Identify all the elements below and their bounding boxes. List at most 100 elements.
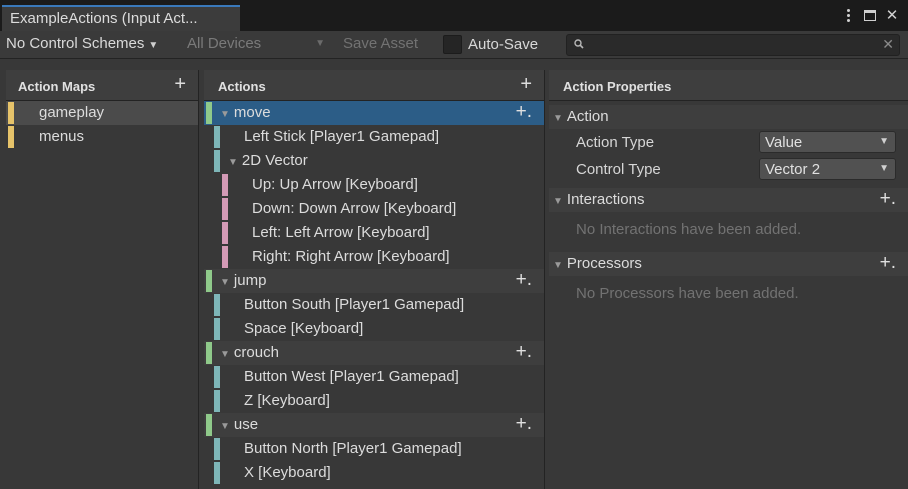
action-type-label: Action Type <box>576 134 655 151</box>
action-row[interactable]: ▼ use +. <box>204 413 544 437</box>
foldout-icon[interactable]: ▼ <box>220 109 230 120</box>
row-label: Button North [Player1 Gamepad] <box>244 440 462 457</box>
action-row[interactable]: ▼ crouch +. <box>204 341 544 365</box>
action-map-label: menus <box>39 128 85 145</box>
actions-panel: Actions + ▼ move +. Left Stick [Player1 Gam… <box>204 70 545 489</box>
dropdown-arrow-icon: ▼ <box>148 40 159 51</box>
add-binding-button[interactable]: +. <box>516 101 532 123</box>
processors-empty-message: No Processors have been added. <box>576 285 799 302</box>
dropdown-arrow-icon: ▼ <box>315 38 325 49</box>
control-type-value: Vector 2 <box>765 161 821 178</box>
foldout-icon[interactable]: ▼ <box>228 157 238 168</box>
devices-dropdown[interactable]: All Devices ▼ <box>187 35 327 52</box>
dropdown-arrow-icon: ▼ <box>879 136 889 147</box>
action-row[interactable]: ▼ move +. <box>204 101 544 125</box>
row-label-group: Button South [Player1 Gamepad] <box>244 296 464 313</box>
binding-row[interactable]: Space [Keyboard] <box>204 317 544 341</box>
row-color-stripe <box>222 222 228 244</box>
clear-search-icon[interactable]: ✕ <box>882 36 894 53</box>
binding-row[interactable]: Button South [Player1 Gamepad] <box>204 293 544 317</box>
composite-part-row[interactable]: Right: Right Arrow [Keyboard] <box>204 245 544 269</box>
processors-section-label: Processors <box>566 255 642 272</box>
action-maps-panel: Action Maps + gameplay menus <box>6 70 199 489</box>
foldout-icon[interactable]: ▼ <box>220 349 230 360</box>
row-label: move <box>233 104 271 121</box>
map-color-stripe <box>8 102 14 124</box>
action-type-row: Action Type Value ▼ <box>549 129 908 156</box>
row-label-group: ▼ jump <box>220 272 266 289</box>
binding-row[interactable]: Z [Keyboard] <box>204 389 544 413</box>
row-label: use <box>233 416 259 433</box>
composite-part-row[interactable]: Up: Up Arrow [Keyboard] <box>204 173 544 197</box>
action-type-dropdown[interactable]: Value ▼ <box>759 131 896 153</box>
add-action-button[interactable]: + <box>520 73 532 96</box>
row-label: Down: Down Arrow [Keyboard] <box>252 200 457 217</box>
row-label-group: ▼ move <box>220 104 271 121</box>
title-bar: ExampleActions (Input Act... ✕ <box>0 0 908 31</box>
add-processor-button[interactable]: +. <box>880 252 896 274</box>
action-properties-title: Action Properties <box>563 79 672 94</box>
more-options-icon[interactable] <box>840 6 856 24</box>
row-label-group: Up: Up Arrow [Keyboard] <box>252 176 418 193</box>
add-action-map-button[interactable]: + <box>174 73 186 96</box>
control-type-row: Control Type Vector 2 ▼ <box>549 156 908 183</box>
row-color-stripe <box>214 294 220 316</box>
row-label: Left Stick [Player1 Gamepad] <box>244 128 440 145</box>
action-maps-title: Action Maps <box>18 79 96 94</box>
save-asset-button[interactable]: Save Asset <box>343 35 418 52</box>
control-type-dropdown[interactable]: Vector 2 ▼ <box>759 158 896 180</box>
binding-row[interactable]: X [Keyboard] <box>204 461 544 485</box>
row-color-stripe <box>214 438 220 460</box>
binding-row[interactable]: Button North [Player1 Gamepad] <box>204 437 544 461</box>
foldout-icon[interactable]: ▼ <box>220 421 230 432</box>
binding-row[interactable]: Button West [Player1 Gamepad] <box>204 365 544 389</box>
action-map-label: gameplay <box>39 104 105 121</box>
foldout-icon: ▼ <box>553 196 563 207</box>
row-label: Space [Keyboard] <box>244 320 364 337</box>
composite-part-row[interactable]: Left: Left Arrow [Keyboard] <box>204 221 544 245</box>
maximize-icon[interactable] <box>862 6 878 24</box>
action-map-item[interactable]: gameplay <box>6 101 198 125</box>
window-tab[interactable]: ExampleActions (Input Act... <box>2 5 240 31</box>
row-color-stripe <box>222 198 228 220</box>
row-color-stripe <box>206 342 212 364</box>
add-binding-button[interactable]: +. <box>516 269 532 291</box>
composite-part-row[interactable]: Down: Down Arrow [Keyboard] <box>204 197 544 221</box>
composite-row[interactable]: ▼ 2D Vector <box>204 149 544 173</box>
action-row[interactable]: ▼ jump +. <box>204 269 544 293</box>
action-section-header[interactable]: ▼ Action <box>549 105 908 129</box>
row-color-stripe <box>206 270 212 292</box>
search-input[interactable]: ✕ <box>566 34 900 56</box>
row-label-group: Space [Keyboard] <box>244 320 363 337</box>
row-label: Z [Keyboard] <box>244 392 330 409</box>
foldout-icon: ▼ <box>553 113 563 124</box>
interactions-section-header[interactable]: ▼ Interactions +. <box>549 188 908 212</box>
binding-row[interactable]: Left Stick [Player1 Gamepad] <box>204 125 544 149</box>
window-tab-title: ExampleActions (Input Act... <box>10 10 198 27</box>
row-color-stripe <box>214 462 220 484</box>
row-color-stripe <box>214 366 220 388</box>
dropdown-arrow-icon: ▼ <box>879 163 889 174</box>
row-label-group: Right: Right Arrow [Keyboard] <box>252 248 450 265</box>
row-label: Button West [Player1 Gamepad] <box>244 368 459 385</box>
row-label-group: Down: Down Arrow [Keyboard] <box>252 200 456 217</box>
action-maps-header: Action Maps + <box>6 70 198 101</box>
action-map-item[interactable]: menus <box>6 125 198 149</box>
row-label-group: ▼ crouch <box>220 344 279 361</box>
add-interaction-button[interactable]: +. <box>880 188 896 210</box>
auto-save-label: Auto-Save <box>468 36 539 53</box>
foldout-icon: ▼ <box>553 260 563 271</box>
row-label-group: Button West [Player1 Gamepad] <box>244 368 459 385</box>
close-icon[interactable]: ✕ <box>884 6 900 24</box>
interactions-empty-message: No Interactions have been added. <box>576 221 802 238</box>
control-scheme-dropdown[interactable]: No Control Schemes ▼ <box>6 35 158 52</box>
auto-save-checkbox[interactable] <box>443 35 462 54</box>
row-label: crouch <box>233 344 279 361</box>
foldout-icon[interactable]: ▼ <box>220 277 230 288</box>
processors-section-header[interactable]: ▼ Processors +. <box>549 252 908 276</box>
add-binding-button[interactable]: +. <box>516 413 532 435</box>
add-binding-button[interactable]: +. <box>516 341 532 363</box>
map-color-stripe <box>8 126 14 148</box>
row-color-stripe <box>214 390 220 412</box>
row-label-group: ▼ 2D Vector <box>228 152 308 169</box>
